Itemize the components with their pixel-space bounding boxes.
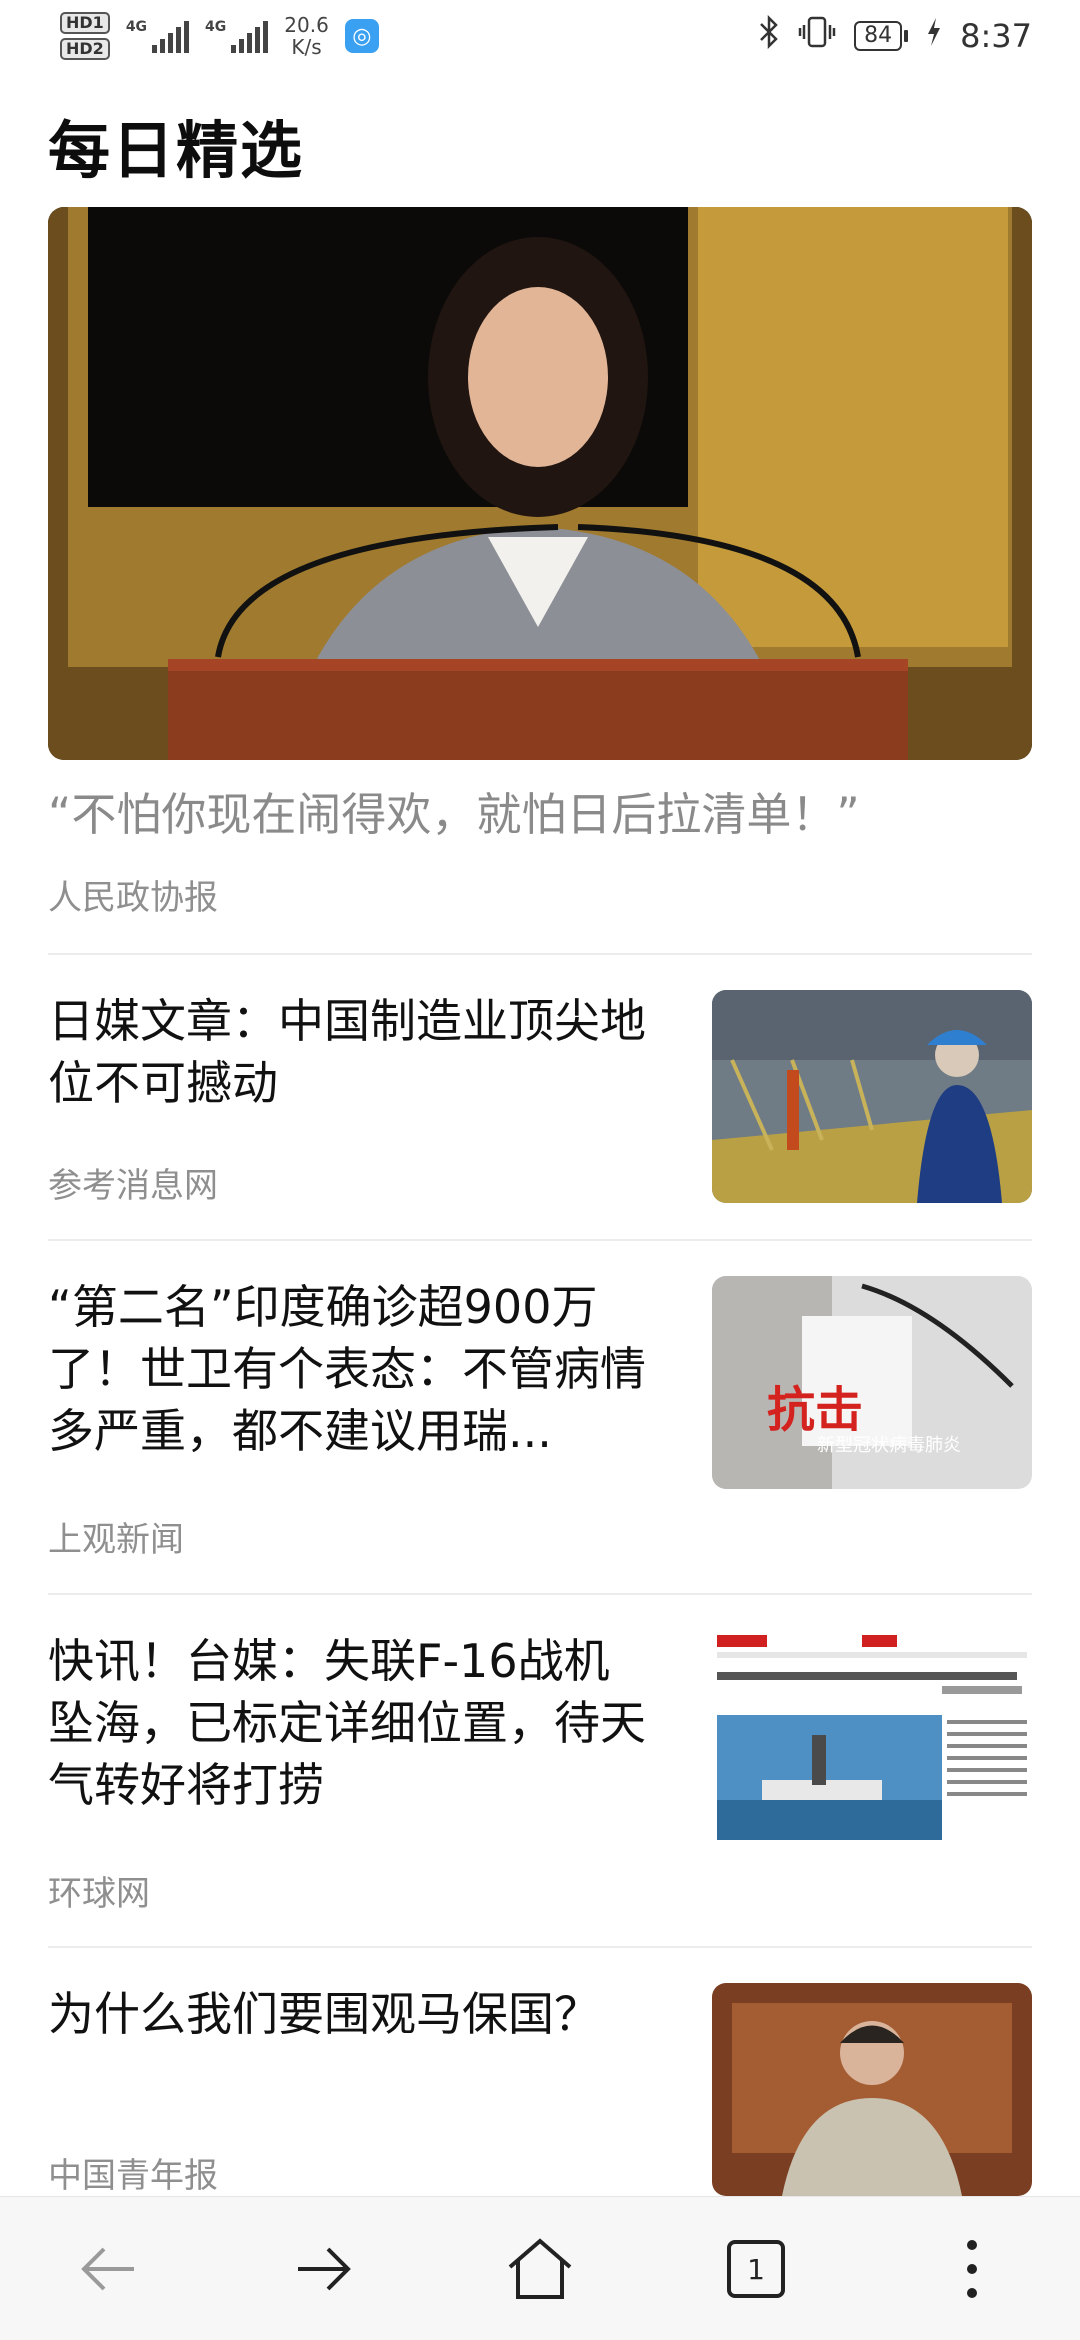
hd2-badge: HD2 <box>60 38 110 60</box>
news-source: 参考消息网 <box>48 1166 218 1206</box>
divider <box>48 1593 1032 1595</box>
news-thumbnail[interactable] <box>712 1630 1032 1843</box>
back-arrow-icon <box>81 2247 134 2290</box>
news-thumbnail[interactable]: 抗击 新型冠状病毒肺炎 <box>712 1276 1032 1489</box>
status-left: HD1 HD2 4G 4G 20.6 K/s ◎ <box>60 12 379 60</box>
signal1-label: 4G <box>125 19 148 35</box>
news-thumbnail[interactable] <box>712 990 1032 1203</box>
speed-value: 20.6 <box>284 13 329 37</box>
news-source: 中国青年报 <box>48 2156 218 2196</box>
status-bar: HD1 HD2 4G 4G 20.6 K/s ◎ 84 8:37 <box>0 0 1080 72</box>
svg-text:抗击: 抗击 <box>767 1382 863 1438</box>
charging-icon <box>926 17 942 55</box>
tabs-icon: 1 <box>727 2239 785 2298</box>
more-button[interactable] <box>912 2209 1032 2329</box>
svg-text:新型冠状病毒肺炎: 新型冠状病毒肺炎 <box>817 1435 961 1456</box>
network-speed: 20.6 K/s <box>284 14 329 58</box>
hero-source: 人民政协报 <box>48 878 218 918</box>
vibrate-icon <box>798 15 836 57</box>
hd-indicators: HD1 HD2 <box>60 12 110 60</box>
globe-app-icon: ◎ <box>344 19 379 53</box>
more-icon <box>967 2239 977 2298</box>
signal2-label: 4G <box>205 19 227 35</box>
status-right: 84 8:37 <box>758 14 1032 57</box>
hero-image[interactable] <box>48 207 1032 760</box>
forward-arrow-icon <box>298 2247 351 2290</box>
news-title[interactable]: “第二名”印度确诊超900万了！世卫有个表态：不管病情多严重，都不建议用瑞... <box>48 1276 648 1462</box>
page-title: 每日精选 <box>48 114 305 187</box>
news-item[interactable]: 日媒文章：中国制造业顶尖地位不可撼动 参考消息网 <box>48 990 1032 1240</box>
bluetooth-icon <box>758 14 780 57</box>
hd1-badge: HD1 <box>60 12 110 34</box>
news-title[interactable]: 快讯！台媒：失联F-16战机坠海，已标定详细位置，待天气转好将打捞 <box>48 1630 648 1816</box>
home-button[interactable] <box>480 2209 600 2329</box>
news-item[interactable]: 快讯！台媒：失联F-16战机坠海，已标定详细位置，待天气转好将打捞 环球网 <box>48 1630 1032 1950</box>
divider <box>48 1239 1032 1241</box>
bottom-nav: 1 <box>0 2196 1080 2340</box>
tabs-button[interactable]: 1 <box>696 2209 816 2329</box>
divider <box>48 1946 1032 1948</box>
battery-icon: 84 <box>854 21 909 51</box>
forward-button[interactable] <box>264 2209 384 2329</box>
battery-level: 84 <box>854 21 903 51</box>
hero-quote[interactable]: “不怕你现在闹得欢，就怕日后拉清单！” <box>48 785 1032 845</box>
news-thumbnail[interactable] <box>712 1983 1032 2196</box>
back-button[interactable] <box>48 2209 168 2329</box>
clock: 8:37 <box>960 17 1032 55</box>
news-source: 环球网 <box>48 1874 150 1914</box>
home-icon <box>508 2237 572 2299</box>
signal2-icon: 4G <box>205 19 269 53</box>
news-source: 上观新闻 <box>48 1520 184 1560</box>
news-title[interactable]: 日媒文章：中国制造业顶尖地位不可撼动 <box>48 990 648 1114</box>
tab-count: 1 <box>747 2253 765 2286</box>
news-item[interactable]: “第二名”印度确诊超900万了！世卫有个表态：不管病情多严重，都不建议用瑞...… <box>48 1276 1032 1596</box>
news-item[interactable]: 为什么我们要围观马保国？ 中国青年报 <box>48 1983 1032 2196</box>
signal1-icon: 4G <box>125 19 190 53</box>
speed-unit: K/s <box>291 35 322 59</box>
divider <box>48 953 1032 955</box>
news-title[interactable]: 为什么我们要围观马保国？ <box>48 1983 648 2045</box>
